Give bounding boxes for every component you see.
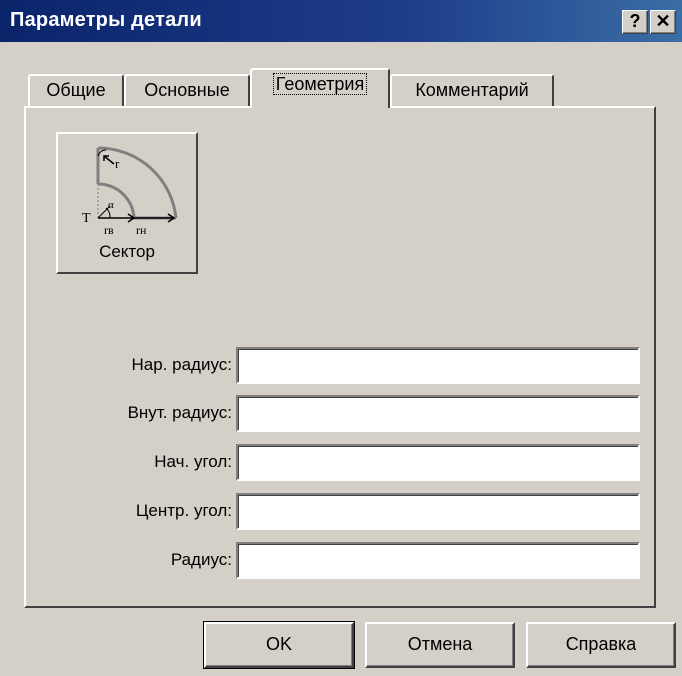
outer-radius-label: Нар. радиус:	[131, 355, 233, 374]
tab-general[interactable]: Общие	[28, 74, 124, 106]
start-angle-label: Нач. угол:	[154, 452, 232, 471]
inner-radius-label: Внут. радиус:	[127, 403, 232, 422]
window-title: Параметры детали	[10, 9, 202, 31]
tab-geometry-label: Геометрия	[272, 73, 368, 95]
title-bar[interactable]: Параметры детали ? ✕	[0, 0, 682, 42]
sector-shape-button[interactable]: r T α rв rн Сектор	[56, 132, 198, 274]
sector-icon-r: r	[115, 156, 120, 171]
radius-input[interactable]	[236, 542, 640, 579]
sector-icon-alpha: α	[108, 199, 114, 211]
sector-icon-t: T	[82, 211, 91, 226]
tab-main[interactable]: Основные	[124, 74, 250, 106]
help-title-button[interactable]: ?	[622, 10, 648, 34]
central-angle-input[interactable]	[236, 493, 640, 530]
help-button[interactable]: Справка	[526, 622, 676, 668]
tab-comment-label: Комментарий	[415, 80, 529, 100]
tab-general-label: Общие	[46, 80, 106, 100]
sector-icon-r-outer: rн	[136, 223, 147, 237]
tab-geometry[interactable]: Геометрия	[250, 68, 390, 108]
cancel-button[interactable]: Отмена	[365, 622, 515, 668]
inner-radius-input[interactable]	[236, 395, 640, 432]
sector-button-label: Сектор	[99, 242, 155, 261]
start-angle-input[interactable]	[236, 444, 640, 481]
sector-icon-r-inner: rв	[104, 223, 114, 237]
ok-button[interactable]: OK	[203, 621, 355, 669]
close-title-button[interactable]: ✕	[650, 10, 676, 34]
radius-label: Радиус:	[170, 550, 232, 569]
tab-comment[interactable]: Комментарий	[390, 74, 554, 106]
central-angle-label: Центр. угол:	[135, 501, 232, 520]
outer-radius-input[interactable]	[236, 347, 640, 384]
tab-main-label: Основные	[144, 80, 230, 100]
